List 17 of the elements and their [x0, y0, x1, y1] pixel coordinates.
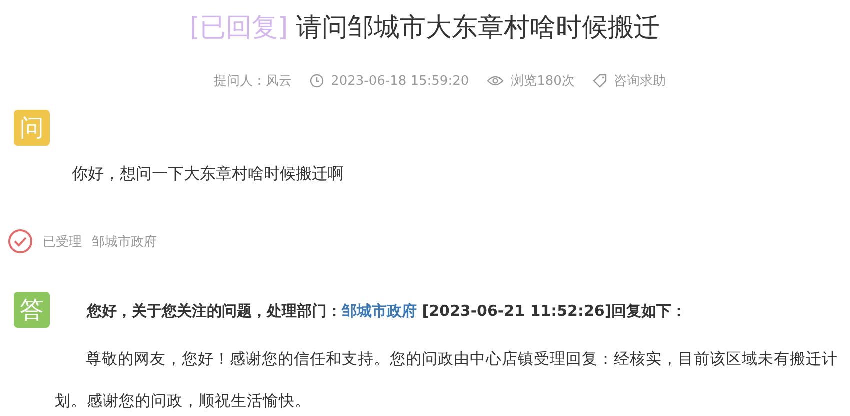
check-circle-icon: [8, 229, 33, 254]
eye-icon: [487, 75, 504, 87]
meta-text: 提问人：风云: [214, 73, 292, 90]
tag-icon: [592, 74, 607, 88]
page-title: [已回复] 请问邹城市大东章村啥时候搬迁: [188, 12, 662, 45]
department-link[interactable]: 邹城市政府: [342, 302, 417, 320]
department-name: 邹城市政府: [92, 234, 157, 250]
meta-text: 2023-06-18 15:59:20: [331, 74, 470, 88]
answer-text: 尊敬的网友，您好！感谢您的信任和支持。您的问政由中心店镇受理回复：经核实，目前该区域未有搬迁计划。感谢您的问政，顺祝生活愉快。: [55, 349, 838, 412]
clock-icon: [310, 74, 324, 88]
status-label: 已受理: [43, 234, 82, 250]
meta-text: 浏览180次: [511, 73, 575, 90]
question-text: 你好，想问一下大东章村啥时候搬迁啊: [72, 164, 345, 185]
answer-heading: 您好，关于您关注的问题，处理部门：邹城市政府 [2023-06-21 11:52:26]回复如下：: [87, 302, 687, 321]
category-label: 咨询求助: [614, 73, 666, 90]
question-badge: 问: [14, 110, 50, 146]
answer-badge: 答: [14, 292, 50, 328]
